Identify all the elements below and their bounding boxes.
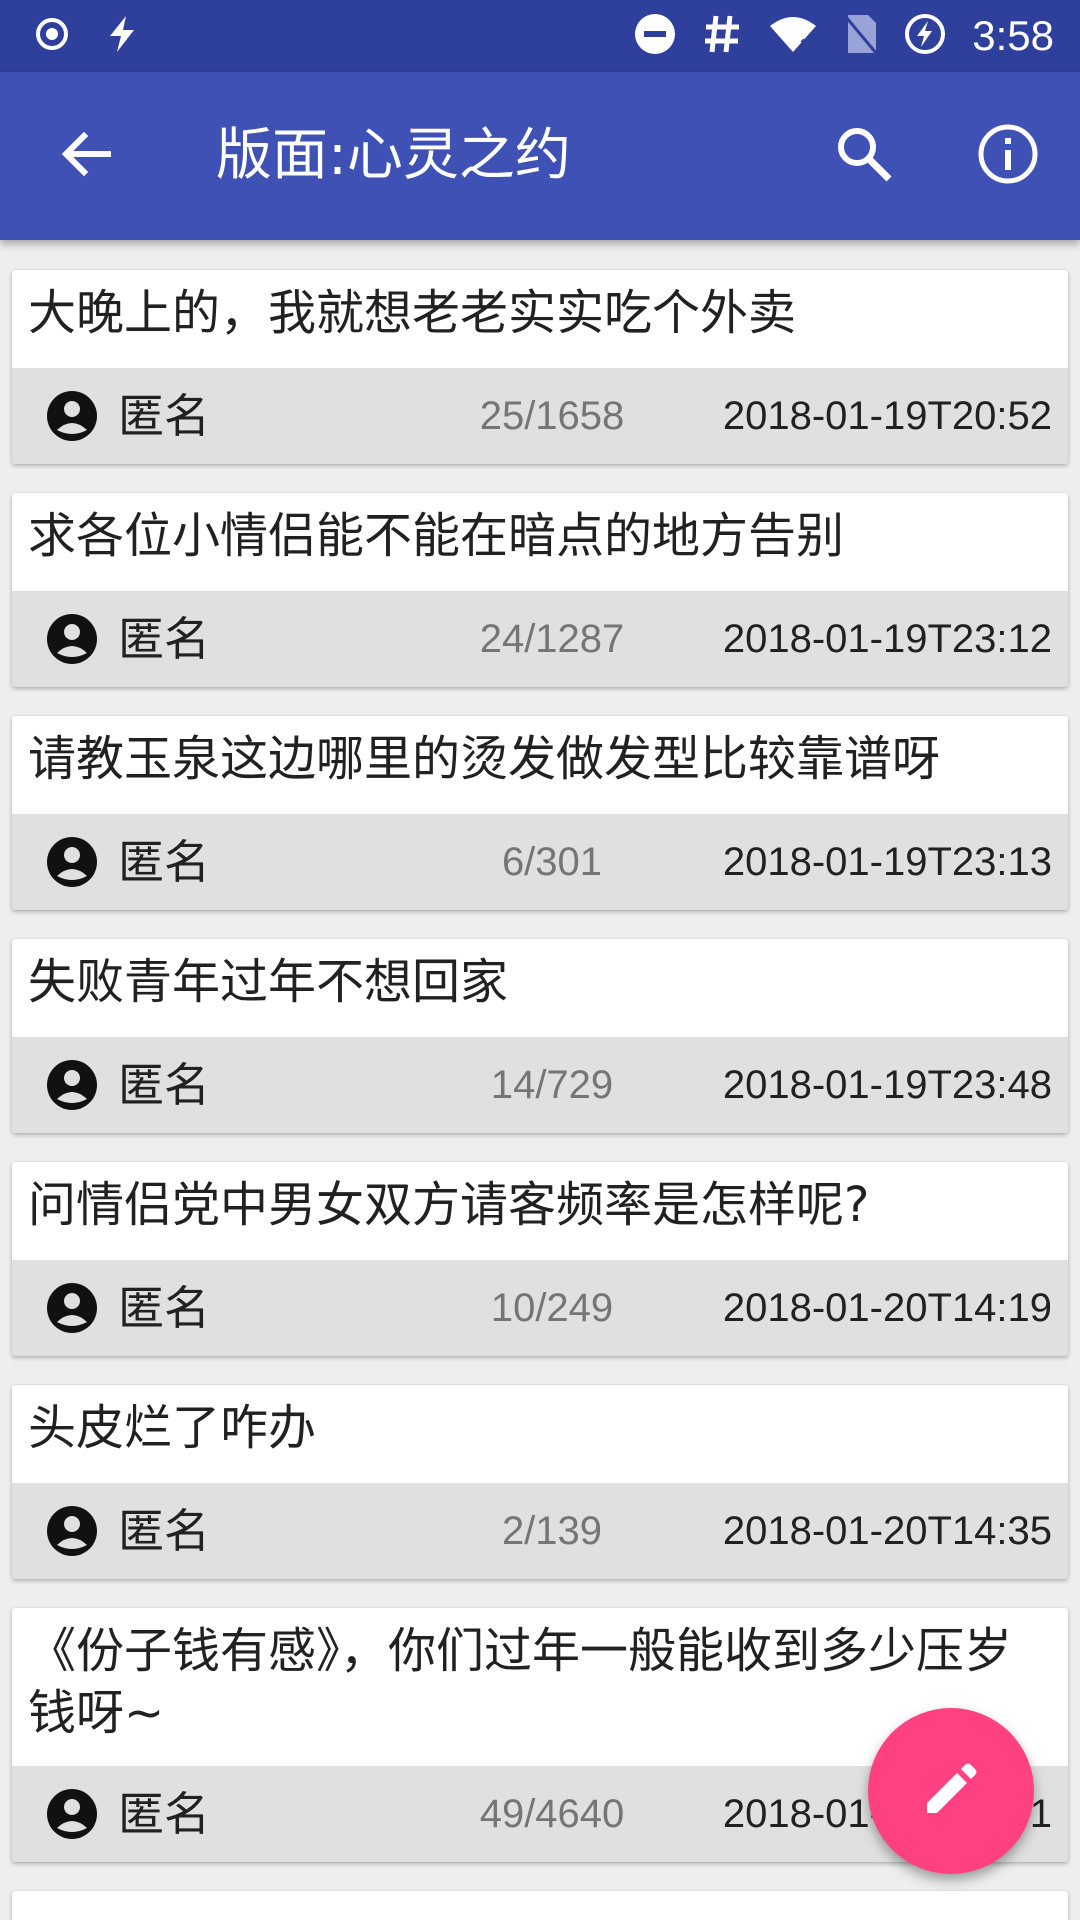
post-counts: 25/1658 [479, 394, 625, 438]
post-title: 头皮烂了咋办 [28, 1400, 317, 1456]
post-title: 失败青年过年不想回家 [28, 954, 509, 1010]
post-meta: 匿名 10/249 2018-01-20T14:19 [12, 1260, 1068, 1356]
no-sim-icon [844, 13, 878, 59]
post-counts: 2/139 [501, 1509, 603, 1553]
account-circle-icon [46, 390, 98, 442]
post-title: 大晚上的，我就想老老实实吃个外卖 [28, 285, 797, 341]
post-author: 匿名 [118, 1787, 210, 1841]
post-time: 2018-01-19T23:13 [722, 840, 1052, 884]
page-title: 版面:心灵之约 [216, 123, 571, 188]
post-card[interactable]: 头皮烂了咋办 匿名 2/139 2018-01-20T14:35 [12, 1385, 1068, 1579]
post-title: 求各位小情侣能不能在暗点的地方告别 [28, 508, 845, 564]
post-meta: 匿名 14/729 2018-01-19T23:48 [12, 1037, 1068, 1133]
post-author: 匿名 [118, 1504, 210, 1558]
post-counts: 10/249 [490, 1286, 614, 1330]
app-bar: 版面:心灵之约 [0, 72, 1080, 240]
info-icon [977, 123, 1039, 189]
back-button[interactable] [52, 122, 120, 190]
account-circle-icon [46, 836, 98, 888]
status-time: 3:58 [972, 12, 1054, 59]
post-time: 2018-01-20T14:19 [722, 1286, 1052, 1330]
post-counts: 49/4640 [479, 1792, 625, 1836]
account-circle-icon [46, 1059, 98, 1111]
battery-charging-icon [904, 13, 946, 59]
post-counts: 6/301 [501, 840, 603, 884]
post-time: 2018-01-19T23:12 [722, 617, 1052, 661]
post-time: 2018-01-20T14:35 [722, 1509, 1052, 1553]
post-title: 问情侣党中男女双方请客频率是怎样呢? [28, 1177, 870, 1233]
post-card[interactable]: 大晚上的，我就想老老实实吃个外卖 匿名 25/1658 2018-01-19T2… [12, 270, 1068, 464]
post-counts: 14/729 [490, 1063, 614, 1107]
account-circle-icon [46, 1282, 98, 1334]
post-card[interactable]: 问情侣党中男女双方请客频率是怎样呢? 匿名 10/249 2018-01-20T… [12, 1162, 1068, 1356]
post-card[interactable]: 请教玉泉这边哪里的烫发做发型比较靠谱呀 匿名 6/301 2018-01-19T… [12, 716, 1068, 910]
search-button[interactable] [828, 120, 900, 192]
post-title: 请教玉泉这边哪里的烫发做发型比较靠谱呀 [28, 731, 941, 787]
arrow-back-icon [60, 128, 112, 184]
post-card[interactable]: 失败青年过年不想回家 匿名 14/729 2018-01-19T23:48 [12, 939, 1068, 1133]
do-not-disturb-icon [634, 13, 676, 59]
flash-icon [104, 14, 140, 58]
compose-button[interactable] [868, 1708, 1034, 1874]
post-meta: 匿名 24/1287 2018-01-19T23:12 [12, 591, 1068, 687]
edit-pencil-icon [921, 1759, 981, 1823]
post-time: 2018-01-19T23:48 [722, 1063, 1052, 1107]
status-bar: 3:58 [0, 0, 1080, 72]
radio-button-icon [34, 16, 70, 56]
post-title-partial [12, 1891, 1068, 1920]
post-author: 匿名 [118, 1281, 210, 1335]
account-circle-icon [46, 1788, 98, 1840]
post-card[interactable]: 求各位小情侣能不能在暗点的地方告别 匿名 24/1287 2018-01-19T… [12, 493, 1068, 687]
post-author: 匿名 [118, 1058, 210, 1112]
hash-icon [702, 13, 742, 59]
post-author: 匿名 [118, 389, 210, 443]
account-circle-icon [46, 613, 98, 665]
post-time: 2018-01-19T20:52 [722, 394, 1052, 438]
info-button[interactable] [972, 120, 1044, 192]
post-author: 匿名 [118, 612, 210, 666]
post-meta: 匿名 6/301 2018-01-19T23:13 [12, 814, 1068, 910]
post-counts: 24/1287 [479, 617, 625, 661]
post-meta: 匿名 25/1658 2018-01-19T20:52 [12, 368, 1068, 464]
post-list[interactable]: 大晚上的，我就想老老实实吃个外卖 匿名 25/1658 2018-01-19T2… [0, 240, 1080, 1920]
post-author: 匿名 [118, 835, 210, 889]
wifi-off-icon [768, 14, 818, 58]
post-card[interactable] [12, 1891, 1068, 1920]
account-circle-icon [46, 1505, 98, 1557]
search-icon [835, 125, 893, 187]
post-meta: 匿名 2/139 2018-01-20T14:35 [12, 1483, 1068, 1579]
